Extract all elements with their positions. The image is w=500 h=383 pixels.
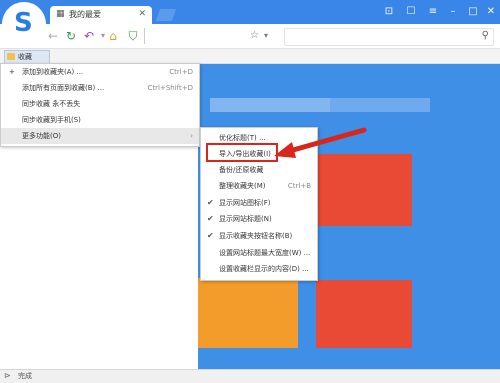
sidebar-toggle-icon[interactable]: ⊳ xyxy=(4,371,11,380)
maximize-icon[interactable]: □ xyxy=(466,6,480,18)
page-placeholder-block xyxy=(330,98,430,112)
badge-1-icon[interactable]: ⊡ xyxy=(382,6,396,18)
status-bar: ⊳ 完成 xyxy=(0,369,500,383)
menu-item-more-functions[interactable]: 更多功能(O) › xyxy=(1,128,199,144)
status-text: 完成 xyxy=(18,372,32,380)
menu-item-show-folder-names[interactable]: ✔ 显示收藏夹按钮名称(B) xyxy=(201,228,317,244)
checkmark-icon: ✔ xyxy=(207,198,214,207)
menu-item-set-bar-content[interactable]: 设置收藏栏显示的内容(D) ... xyxy=(201,261,317,277)
browser-logo[interactable]: S xyxy=(2,2,46,46)
plus-icon: + xyxy=(9,68,15,76)
bookmark-bar: 收藏 xyxy=(0,49,500,64)
window-close-icon[interactable]: ✕ xyxy=(484,6,498,18)
menu-item-show-site-titles[interactable]: ✔ 显示网站标题(N) xyxy=(201,211,317,227)
shield-icon[interactable]: ⛉ xyxy=(126,29,140,43)
menu-item-add-favorite[interactable]: + 添加到收藏夹(A) ... Ctrl+D xyxy=(1,64,199,80)
bookmark-folder-button[interactable]: 收藏 xyxy=(4,50,50,64)
home-icon[interactable]: ⌂ xyxy=(106,29,120,43)
logo-s-icon: S xyxy=(14,8,33,38)
minimize-icon[interactable]: – xyxy=(446,6,460,18)
star-icon[interactable]: ☆ xyxy=(250,29,259,43)
annotation-highlight-box xyxy=(206,143,278,162)
menu-item-sync-to-phone[interactable]: 同步收藏到手机(S) xyxy=(1,112,199,128)
site-tile[interactable] xyxy=(316,280,412,348)
close-tab-icon[interactable]: ✕ xyxy=(138,10,146,19)
menu-icon[interactable]: ≡ xyxy=(426,6,440,18)
checkmark-icon: ✔ xyxy=(207,231,214,240)
menu-item-add-all-pages[interactable]: 添加所有页面到收藏(B) ... Ctrl+Shift+D xyxy=(1,80,199,96)
site-tile[interactable] xyxy=(198,278,298,348)
tab-favorites[interactable]: ▦ 我的最爱 ✕ xyxy=(50,6,152,24)
folder-icon xyxy=(7,53,15,60)
address-dropdown-icon[interactable]: ▾ xyxy=(264,29,268,43)
search-icon[interactable]: ⚲ xyxy=(482,30,489,41)
tab-title: 我的最爱 xyxy=(69,10,101,19)
skin-icon[interactable]: ☐ xyxy=(404,6,418,18)
grid-icon: ▦ xyxy=(56,9,65,19)
menu-item-backup-restore[interactable]: 备份/还原收藏 xyxy=(201,162,317,178)
menu-item-organize-favorites[interactable]: 整理收藏夹(M) Ctrl+B xyxy=(201,178,317,194)
new-tab-button[interactable] xyxy=(155,9,177,21)
title-bar: ▦ 我的最爱 ✕ ⊡ ☐ ≡ – □ ✕ xyxy=(0,0,500,24)
search-input[interactable]: ⚲ xyxy=(284,28,494,46)
undo-icon[interactable]: ↶ xyxy=(82,29,96,43)
checkmark-icon: ✔ xyxy=(207,214,214,223)
menu-item-set-title-width[interactable]: 设置网站标题最大宽度(W) ... xyxy=(201,245,317,261)
menu-item-show-site-icons[interactable]: ✔ 显示网站图标(F) xyxy=(201,195,317,211)
menu-item-sync-favorites[interactable]: 同步收藏 永不丢失 xyxy=(1,96,199,112)
annotation-arrow-icon xyxy=(274,127,367,158)
navigation-bar: ← ↻ ↶ ▾ ⌂ ⛉ ☆ ▾ ⚲ xyxy=(0,24,500,49)
back-icon[interactable]: ← xyxy=(46,29,60,43)
bookmark-folder-label: 收藏 xyxy=(18,53,32,61)
page-placeholder-block xyxy=(210,98,330,112)
submenu-arrow-icon: › xyxy=(190,132,193,140)
favorites-menu: + 添加到收藏夹(A) ... Ctrl+D 添加所有页面到收藏(B) ... … xyxy=(0,63,200,147)
site-tile[interactable] xyxy=(316,154,412,226)
refresh-icon[interactable]: ↻ xyxy=(64,29,78,43)
